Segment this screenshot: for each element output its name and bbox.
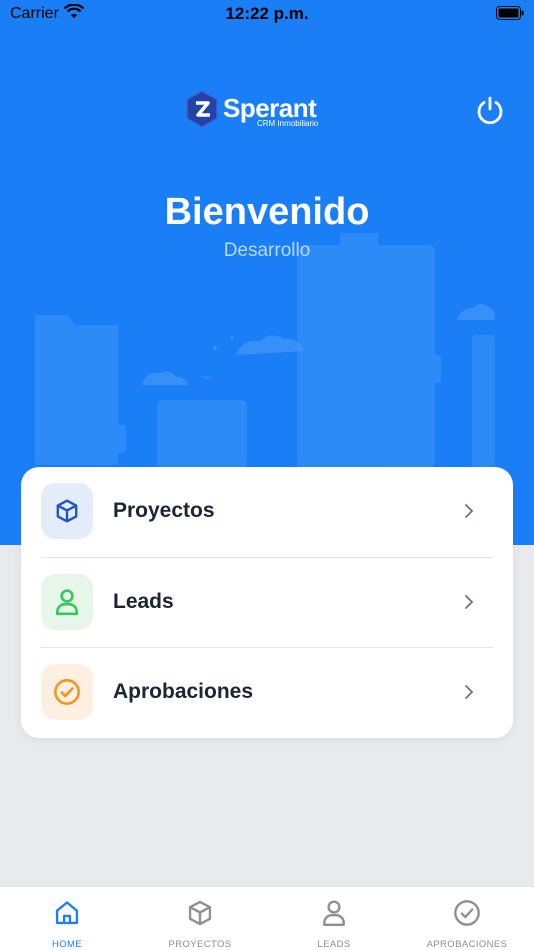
sperant-logo: Sperant CRM Inmobiliario <box>185 90 325 130</box>
tab-label: APROBACIONES <box>426 939 508 950</box>
chevron-right-icon <box>465 685 474 699</box>
menu-item-leads[interactable]: Leads <box>41 557 493 647</box>
user-icon <box>56 589 78 616</box>
logo-subtitle: CRM Inmobiliario <box>257 119 319 128</box>
status-time: 12:22 p.m. <box>225 4 309 23</box>
status-bar: Carrier 12:22 p.m. <box>0 0 534 30</box>
menu-item-label: Aprobaciones <box>113 680 254 703</box>
aprobaciones-icon-container <box>41 664 93 720</box>
menu-item-label: Leads <box>113 590 174 613</box>
tab-label: HOME <box>51 939 83 950</box>
user-icon <box>323 900 345 927</box>
proyectos-icon-container <box>41 483 93 539</box>
tab-label: PROYECTOS <box>168 939 232 950</box>
leads-icon-container <box>41 574 93 630</box>
cube-icon <box>56 499 78 523</box>
welcome-subtitle: Desarrollo <box>223 240 311 261</box>
tab-aprobaciones[interactable]: APROBACIONES <box>400 887 534 950</box>
tab-proyectos[interactable]: PROYECTOS <box>133 887 267 950</box>
menu-card: Proyectos Leads Aprobaciones <box>21 467 513 738</box>
menu-item-aprobaciones[interactable]: Aprobaciones <box>41 647 493 737</box>
power-icon[interactable] <box>474 94 506 126</box>
check-circle-icon <box>454 900 480 926</box>
battery-icon <box>496 6 524 20</box>
menu-item-label: Proyectos <box>113 499 215 522</box>
tab-leads[interactable]: LEADS <box>267 887 401 950</box>
chevron-right-icon <box>465 595 474 609</box>
home-icon <box>55 901 79 925</box>
tab-home[interactable]: HOME <box>0 887 134 950</box>
chevron-right-icon <box>465 504 474 518</box>
welcome-title: Bienvenido <box>164 191 370 233</box>
city-skyline-illustration <box>35 233 495 470</box>
cube-icon <box>188 900 212 926</box>
menu-item-proyectos[interactable]: Proyectos <box>41 467 493 557</box>
sperant-logo-icon <box>186 90 218 128</box>
tab-label: LEADS <box>317 939 351 950</box>
check-circle-icon <box>54 679 80 705</box>
tab-bar: HOME PROYECTOS LEADS APROBACIONES <box>0 886 534 950</box>
header-hero: Carrier 12:22 p.m. Sperant CRM Inmobilia… <box>0 0 534 545</box>
